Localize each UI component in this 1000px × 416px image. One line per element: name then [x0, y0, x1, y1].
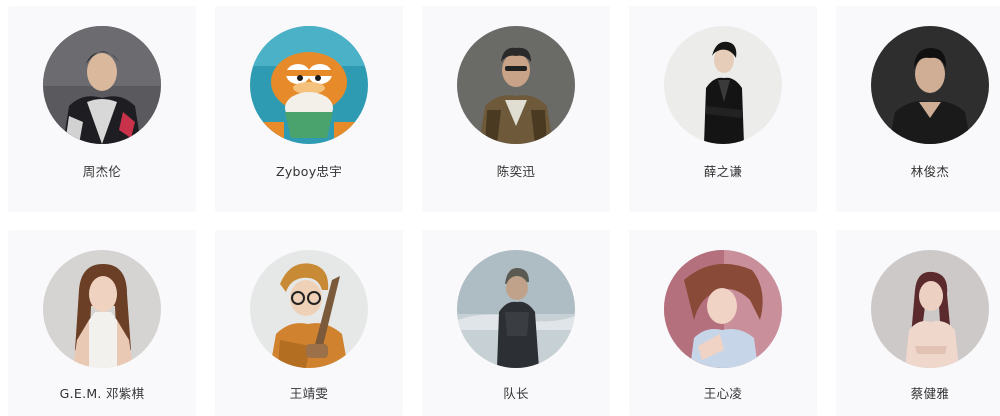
- artist-card[interactable]: 薛之谦: [629, 6, 817, 212]
- artist-card[interactable]: 蔡健雅: [836, 230, 1000, 416]
- artist-card[interactable]: 林俊杰: [836, 6, 1000, 212]
- artist-card[interactable]: 周杰伦: [8, 6, 196, 212]
- artist-card[interactable]: 队长: [422, 230, 610, 416]
- artist-card[interactable]: 王靖雯: [215, 230, 403, 416]
- artist-card[interactable]: Zyboy忠宇: [215, 6, 403, 212]
- artist-avatar[interactable]: [664, 250, 782, 368]
- artist-avatar[interactable]: [457, 250, 575, 368]
- artist-name[interactable]: 陈奕迅: [422, 164, 610, 180]
- artist-avatar[interactable]: [250, 250, 368, 368]
- artist-name[interactable]: G.E.M. 邓紫棋: [8, 386, 196, 402]
- artist-card[interactable]: G.E.M. 邓紫棋: [8, 230, 196, 416]
- artist-name[interactable]: 蔡健雅: [836, 386, 1000, 402]
- artist-avatar[interactable]: [664, 26, 782, 144]
- artist-card[interactable]: 王心凌: [629, 230, 817, 416]
- artist-avatar[interactable]: [43, 26, 161, 144]
- artist-avatar[interactable]: [871, 250, 989, 368]
- artist-name[interactable]: Zyboy忠宇: [215, 164, 403, 180]
- artist-name[interactable]: 周杰伦: [8, 164, 196, 180]
- artist-avatar[interactable]: [871, 26, 989, 144]
- artist-avatar[interactable]: [43, 250, 161, 368]
- artist-name[interactable]: 王靖雯: [215, 386, 403, 402]
- artist-name[interactable]: 王心凌: [629, 386, 817, 402]
- artist-name[interactable]: 队长: [422, 386, 610, 402]
- artist-name[interactable]: 薛之谦: [629, 164, 817, 180]
- artist-card[interactable]: 陈奕迅: [422, 6, 610, 212]
- artist-avatar[interactable]: [457, 26, 575, 144]
- artist-grid: 周杰伦 Zyboy忠宇 陈奕迅 薛之谦 林俊杰 G.E.M. 邓紫棋 王靖雯 队…: [0, 0, 1000, 416]
- artist-name[interactable]: 林俊杰: [836, 164, 1000, 180]
- artist-avatar[interactable]: [250, 26, 368, 144]
